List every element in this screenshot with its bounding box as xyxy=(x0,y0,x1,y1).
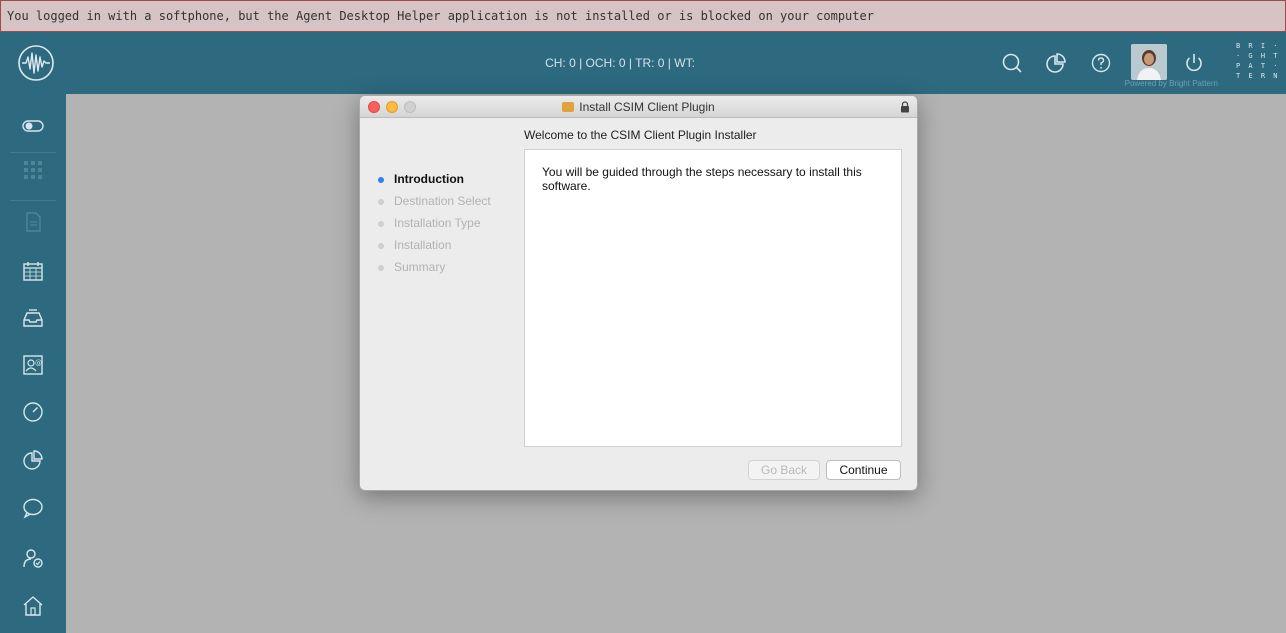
continue-button[interactable]: Continue xyxy=(826,460,901,480)
search-icon[interactable] xyxy=(1000,51,1024,75)
step-label: Summary xyxy=(394,260,446,274)
step-label: Installation Type xyxy=(394,216,481,230)
contacts-icon[interactable]: @ xyxy=(21,353,45,377)
step-bullet xyxy=(378,265,384,271)
documents-icon[interactable] xyxy=(21,210,45,234)
installer-body-text: You will be guided through the steps nec… xyxy=(542,165,862,193)
step-bullet xyxy=(378,221,384,227)
step-label: Introduction xyxy=(394,172,464,186)
chat-icon[interactable] xyxy=(21,496,45,520)
bright-pattern-wordmark: B R I · · G H T P A T · T E R N xyxy=(1236,42,1280,80)
agent-status-counters: CH: 0 | OCH: 0 | TR: 0 | WT: xyxy=(545,56,695,70)
installer-window: Install CSIM Client Plugin Welcome to th… xyxy=(359,95,918,491)
powered-by-label: Powered by Bright Pattern xyxy=(1124,79,1218,88)
sidebar-divider xyxy=(10,200,56,201)
installer-heading: Welcome to the CSIM Client Plugin Instal… xyxy=(524,128,757,142)
package-icon xyxy=(562,102,575,112)
step-installation: Installation xyxy=(378,236,518,258)
calendar-icon[interactable] xyxy=(21,259,45,283)
go-back-button[interactable]: Go Back xyxy=(748,460,820,480)
dialpad-icon[interactable] xyxy=(21,158,45,182)
svg-text:@: @ xyxy=(35,359,42,367)
top-bar: CH: 0 | OCH: 0 | TR: 0 | WT: Powered by … xyxy=(0,32,1286,94)
inbox-icon[interactable] xyxy=(21,306,45,330)
home-icon[interactable] xyxy=(21,594,45,618)
sidebar-divider xyxy=(10,152,56,153)
dashboard-icon[interactable] xyxy=(21,400,45,424)
step-label: Destination Select xyxy=(394,194,491,208)
installer-titlebar[interactable]: Install CSIM Client Plugin xyxy=(360,96,917,118)
step-introduction: Introduction xyxy=(378,170,518,192)
reports-icon[interactable] xyxy=(1044,51,1068,75)
step-installation-type: Installation Type xyxy=(378,214,518,236)
bright-pattern-logo-icon[interactable] xyxy=(17,44,55,82)
installer-title: Install CSIM Client Plugin xyxy=(360,96,917,118)
installer-steps: Introduction Destination Select Installa… xyxy=(378,170,518,280)
user-status-icon[interactable] xyxy=(21,546,45,570)
step-summary: Summary xyxy=(378,258,518,280)
installer-title-text: Install CSIM Client Plugin xyxy=(579,100,715,114)
power-icon[interactable] xyxy=(1182,51,1206,75)
installer-content-panel: You will be guided through the steps nec… xyxy=(524,149,902,447)
sidebar: @ xyxy=(0,94,66,633)
lock-icon xyxy=(901,101,909,113)
step-label: Installation xyxy=(394,238,452,252)
step-bullet xyxy=(378,177,384,183)
step-bullet xyxy=(378,199,384,205)
toggle-icon[interactable] xyxy=(21,114,45,138)
step-destination-select: Destination Select xyxy=(378,192,518,214)
avatar-photo-icon xyxy=(1131,44,1167,80)
help-icon[interactable] xyxy=(1089,51,1113,75)
step-bullet xyxy=(378,243,384,249)
softphone-warning-banner: You logged in with a softphone, but the … xyxy=(0,0,1286,32)
reports-icon[interactable] xyxy=(21,448,45,472)
agent-avatar[interactable] xyxy=(1131,44,1167,80)
